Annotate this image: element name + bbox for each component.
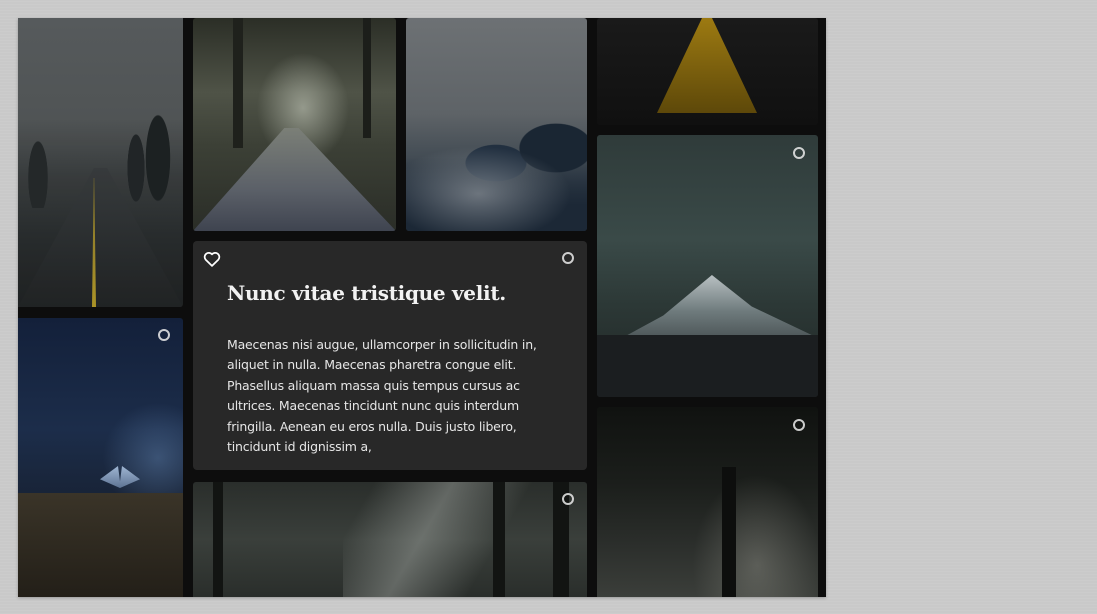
mossy-ground [18,493,183,597]
yellow-road-line [657,18,757,113]
tree-trunk [233,18,243,148]
sunbeam [343,482,587,597]
circle-outline-icon[interactable] [562,493,574,505]
photo-tile-mountain[interactable] [597,135,818,397]
photo-tile-yellow-road[interactable] [597,18,818,125]
dirt-path [193,128,396,231]
fog [406,138,587,231]
tree-trunk [213,482,223,597]
photo-tile-misty-pines[interactable] [406,18,587,231]
photo-tile-rainy-road[interactable] [18,18,183,307]
light-glow [687,467,818,597]
text-card[interactable]: Nunc vitae tristique velit. Maecenas nis… [193,241,587,470]
dark-overlay [18,18,183,307]
photo-tile-butterfly[interactable] [18,318,183,597]
card-title: Nunc vitae tristique velit. [227,281,506,305]
photo-tile-dark-forest[interactable] [597,407,818,597]
masonry-grid: Nunc vitae tristique velit. Maecenas nis… [18,18,826,597]
circle-outline-icon[interactable] [562,252,574,264]
card-body: Maecenas nisi augue, ullamcorper in soll… [227,337,537,455]
circle-outline-icon[interactable] [793,419,805,431]
tree-trunk [363,18,371,138]
circle-outline-icon[interactable] [793,147,805,159]
tree-trunk [493,482,505,597]
tree-trunk [722,467,736,597]
photo-tile-sunbeam-forest[interactable] [193,482,587,597]
mountain-base [597,335,818,397]
photo-tile-forest-path[interactable] [193,18,396,231]
circle-outline-icon[interactable] [158,329,170,341]
heart-outline-icon[interactable] [203,251,221,267]
